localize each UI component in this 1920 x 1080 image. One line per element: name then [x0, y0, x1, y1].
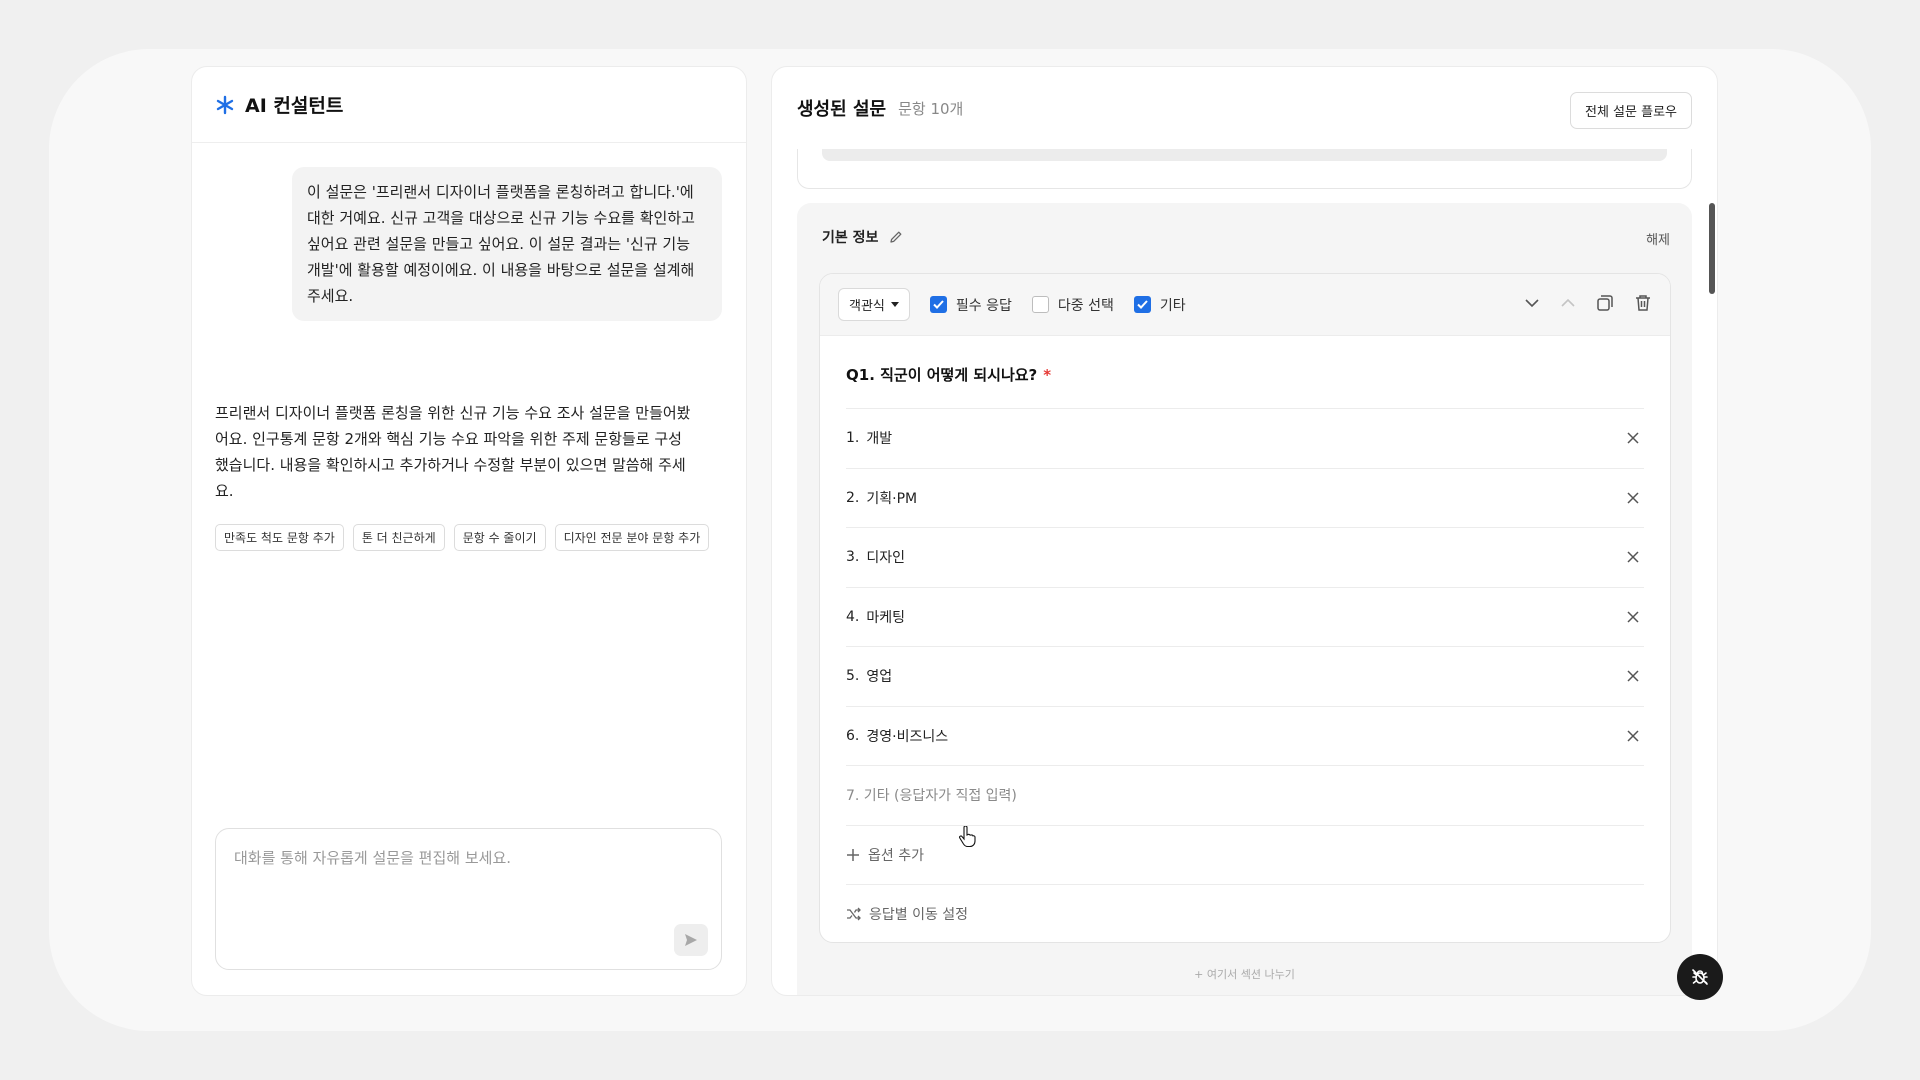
check-icon	[1137, 300, 1148, 309]
required-checkbox[interactable]	[929, 296, 947, 313]
trash-icon[interactable]	[1634, 294, 1652, 312]
add-option-label: 옵션 추가	[868, 847, 924, 864]
sparkle-icon	[216, 95, 234, 114]
close-icon[interactable]	[1626, 610, 1640, 624]
multi-select-toggle[interactable]: 다중 선택	[1031, 295, 1114, 315]
send-button[interactable]	[674, 924, 708, 956]
question-type-value: 객관식	[849, 299, 885, 314]
option-label: 영업	[866, 669, 893, 686]
option-number: 2.	[846, 489, 860, 506]
chip-add-design-field[interactable]: 디자인 전문 분야 문항 추가	[554, 524, 710, 551]
close-icon[interactable]	[1626, 669, 1640, 683]
shuffle-icon	[847, 907, 861, 921]
option-item[interactable]: 4. 마케팅	[846, 586, 1644, 647]
jump-setting-button[interactable]: 응답별 이동 설정	[846, 884, 1644, 942]
required-mark: *	[1043, 366, 1052, 384]
survey-panel: 생성된 설문 문항 10개 전체 설문 플로우 기본 정보 해제 객관식 필수 …	[771, 66, 1718, 996]
chip-friendlier-tone[interactable]: 톤 더 친근하게	[352, 524, 445, 551]
other-toggle[interactable]: 기타	[1133, 295, 1186, 315]
previous-card	[797, 149, 1692, 189]
user-message: 이 설문은 '프리랜서 디자이너 플랫폼을 론칭하려고 합니다.'에 대한 거예…	[292, 167, 722, 321]
question-toolbar: 객관식 필수 응답 다중 선택 기타	[820, 274, 1670, 336]
required-label: 필수 응답	[955, 297, 1012, 314]
option-label: 마케팅	[866, 609, 905, 626]
close-icon[interactable]	[1626, 431, 1640, 445]
option-item[interactable]: 1. 개발	[846, 408, 1644, 468]
option-label: 개발	[866, 431, 893, 448]
option-other: 7. 기타 (응답자가 직접 입력)	[846, 765, 1644, 825]
ai-message: 프리랜서 디자이너 플랫폼 론칭을 위한 신규 기능 수요 조사 설문을 만들어…	[215, 404, 691, 500]
survey-title: 생성된 설문	[797, 99, 887, 120]
option-other-label: 7. 기타 (응답자가 직접 입력)	[846, 788, 1017, 805]
question-card: 객관식 필수 응답 다중 선택 기타 Q1. 직군이 어떻게 되시나요? * 1…	[819, 273, 1671, 943]
close-icon[interactable]	[1626, 729, 1640, 743]
section-header: 기본 정보	[822, 227, 904, 247]
question-type-select[interactable]: 객관식	[838, 288, 910, 321]
scrollbar[interactable]	[1709, 203, 1715, 294]
panel-title: AI 컨설턴트	[245, 95, 344, 117]
pencil-icon[interactable]	[888, 229, 904, 245]
chip-add-satisfaction[interactable]: 만족도 척도 문항 추가	[215, 524, 344, 551]
option-label: 경영·비즈니스	[866, 728, 949, 745]
question-count: 문항 10개	[898, 99, 964, 118]
option-number: 6.	[846, 727, 860, 744]
option-item[interactable]: 5. 영업	[846, 646, 1644, 706]
caret-down-icon	[890, 301, 899, 307]
chat-input[interactable]: 대화를 통해 자유롭게 설문을 편집해 보세요.	[215, 828, 722, 970]
option-label: 기획·PM	[866, 490, 918, 507]
ai-consultant-panel: AI 컨설턴트 이 설문은 '프리랜서 디자이너 플랫폼을 론칭하려고 합니다.…	[191, 66, 747, 996]
option-number: 5.	[846, 668, 860, 685]
option-item[interactable]: 2. 기획·PM	[846, 467, 1644, 528]
other-label: 기타	[1159, 297, 1186, 314]
check-icon	[933, 300, 944, 309]
required-toggle[interactable]: 필수 응답	[929, 295, 1012, 315]
option-number: 4.	[846, 608, 860, 625]
hand-cursor-icon	[959, 826, 976, 848]
section-basic-info: 기본 정보 해제 객관식 필수 응답 다중 선택 기타 Q1. 직군이 어떻게 …	[797, 203, 1692, 995]
ai-consultant-header: AI 컨설턴트	[192, 67, 746, 143]
send-icon	[685, 934, 697, 946]
section-release-button[interactable]: 해제	[1646, 229, 1670, 248]
plus-icon	[847, 848, 859, 861]
split-section-button[interactable]: + 여기서 섹션 나누기	[797, 966, 1692, 982]
chip-reduce-questions[interactable]: 문항 수 줄이기	[453, 524, 546, 551]
chevron-down-icon[interactable]	[1524, 295, 1540, 311]
section-title: 기본 정보	[822, 230, 879, 246]
chevron-up-icon[interactable]	[1560, 295, 1576, 311]
bug-report-button[interactable]	[1677, 954, 1723, 1000]
option-item[interactable]: 3. 디자인	[846, 527, 1644, 587]
option-label: 디자인	[866, 550, 905, 567]
full-flow-button[interactable]: 전체 설문 플로우	[1570, 92, 1692, 129]
question-title-text: Q1. 직군이 어떻게 되시나요?	[846, 366, 1038, 384]
option-number: 3.	[846, 549, 860, 566]
jump-setting-label: 응답별 이동 설정	[869, 907, 969, 924]
suggestion-chips: 만족도 척도 문항 추가 톤 더 친근하게 문항 수 줄이기 디자인 전문 분야…	[215, 524, 710, 551]
question-tools	[1524, 294, 1652, 312]
copy-icon[interactable]	[1596, 294, 1614, 312]
close-icon[interactable]	[1626, 550, 1640, 564]
survey-header: 생성된 설문 문항 10개 전체 설문 플로우	[772, 67, 1717, 149]
option-item[interactable]: 6. 경영·비즈니스	[846, 705, 1644, 766]
chat-input-placeholder: 대화를 통해 자유롭게 설문을 편집해 보세요.	[234, 849, 512, 867]
option-number: 1.	[846, 430, 860, 447]
close-icon[interactable]	[1626, 491, 1640, 505]
option-list: 1. 개발 2. 기획·PM 3. 디자인 4. 마케팅 5. 영업 6. 경영…	[846, 408, 1644, 942]
multi-select-label: 다중 선택	[1057, 297, 1114, 314]
question-title[interactable]: Q1. 직군이 어떻게 되시나요? *	[846, 364, 1051, 385]
other-checkbox[interactable]	[1133, 296, 1151, 313]
multi-select-checkbox[interactable]	[1031, 296, 1049, 313]
bug-icon	[1692, 969, 1708, 985]
